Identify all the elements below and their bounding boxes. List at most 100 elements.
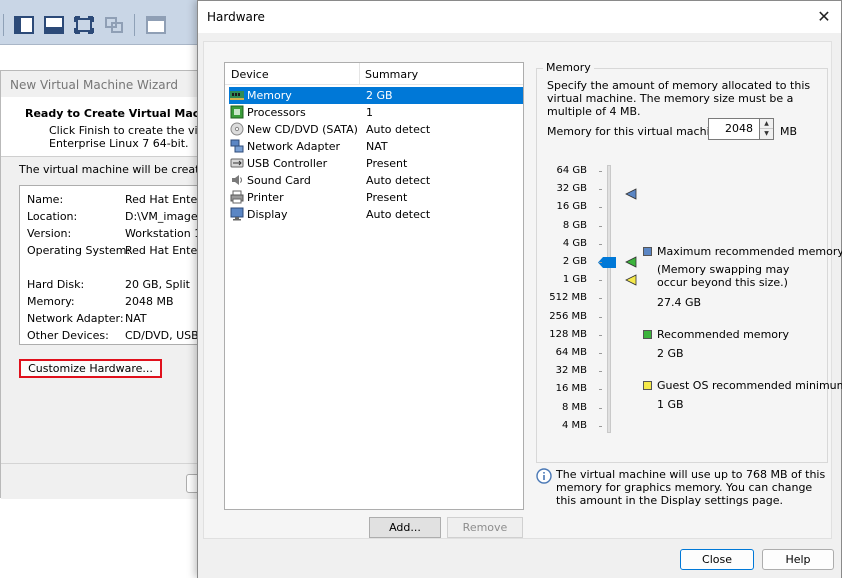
slider-tick-label: 512 MB	[549, 292, 587, 304]
device-summary: Auto detect	[366, 174, 431, 187]
slider-track[interactable]	[607, 165, 611, 433]
column-divider[interactable]	[359, 63, 360, 85]
network-adapter-icon	[230, 139, 244, 153]
summary-key: Network Adapter:	[27, 312, 124, 325]
spin-down-icon[interactable]: ▼	[760, 129, 773, 139]
device-row-sound-card[interactable]: Sound Card Auto detect	[229, 172, 523, 189]
column-header-summary[interactable]: Summary	[365, 68, 418, 81]
recommended-value: 2 GB	[657, 347, 684, 360]
toolbar-separator	[3, 14, 4, 36]
slider-tick-mark	[599, 407, 602, 409]
summary-key: Operating System:	[27, 244, 131, 257]
slider-tick-label: 64 MB	[555, 347, 587, 358]
memory-description: Specify the amount of memory allocated t…	[547, 79, 811, 118]
slider-tick-mark	[599, 207, 602, 209]
close-button[interactable]: Close	[680, 549, 754, 570]
info-text: The virtual machine will use up to 768 M…	[556, 468, 826, 507]
slider-tick-label: 32 MB	[555, 365, 587, 377]
device-summary: 1	[366, 106, 373, 119]
slider-tick-mark	[599, 371, 602, 373]
unity-icon	[105, 17, 123, 33]
slider-tick-mark	[599, 298, 602, 300]
full-screen-icon[interactable]	[74, 16, 94, 34]
device-list-header: Device Summary	[225, 63, 523, 85]
close-icon[interactable]: ✕	[813, 7, 835, 27]
memory-spinner[interactable]: ▲ ▼	[760, 118, 774, 140]
slider-tick-label: 8 MB	[561, 401, 587, 413]
slider-tick-mark	[599, 334, 602, 336]
slider-tick-label: 256 MB	[549, 310, 587, 322]
new-vm-wizard-window: New Virtual Machine Wizard Ready to Crea…	[0, 70, 439, 499]
legend-label: Maximum recommended memory	[657, 245, 842, 258]
slider-tick-mark	[599, 225, 602, 227]
summary-key: Other Devices:	[27, 329, 109, 342]
slider-tick-label: 4 MB	[561, 419, 587, 431]
help-button[interactable]: Help	[762, 549, 834, 570]
max-recommended-swatch-icon	[643, 247, 652, 256]
customize-hardware-button[interactable]: Customize Hardware...	[19, 359, 162, 378]
summary-key: Version:	[27, 227, 72, 240]
slider-tick-label: 128 MB	[549, 328, 587, 340]
thumbnail-view-icon[interactable]	[44, 16, 64, 34]
cd-dvd-icon	[230, 122, 244, 136]
console-view-icon[interactable]	[14, 16, 34, 34]
device-row-display[interactable]: Display Auto detect	[229, 206, 523, 223]
wizard-title: New Virtual Machine Wizard	[10, 78, 178, 92]
recommended-swatch-icon	[643, 330, 652, 339]
device-row-cd-dvd[interactable]: New CD/DVD (SATA) Auto detect	[229, 121, 523, 138]
memory-input-label: Memory for this virtual machine:	[547, 125, 728, 138]
dialog-footer: Close Help	[198, 539, 841, 578]
slider-tick-label: 8 GB	[562, 219, 587, 231]
memory-size-input[interactable]: 2048	[708, 118, 760, 140]
guest-minimum-swatch-icon	[643, 381, 652, 390]
summary-key: Location:	[27, 210, 78, 223]
device-summary: Present	[366, 191, 408, 204]
summary-value: 2048 MB	[125, 295, 174, 308]
memory-group: Memory Specify the amount of memory allo…	[536, 61, 842, 463]
device-summary: NAT	[366, 140, 388, 153]
device-summary: 2 GB	[366, 89, 393, 102]
memory-group-label: Memory	[543, 61, 594, 74]
slider-tick-mark	[599, 262, 602, 263]
summary-key: Memory:	[27, 295, 75, 308]
hardware-panel: Device Summary Memory 2 GB Processors 1 …	[203, 41, 842, 539]
guest-minimum-value: 1 GB	[657, 398, 684, 411]
device-list[interactable]: Device Summary Memory 2 GB Processors 1 …	[224, 62, 524, 510]
slider-tick-mark	[599, 425, 602, 427]
slider-tick-mark	[599, 280, 602, 282]
add-hardware-button[interactable]: Add...	[369, 517, 441, 538]
device-row-memory[interactable]: Memory 2 GB	[229, 87, 523, 104]
slider-tick-mark	[599, 171, 602, 172]
usb-icon	[230, 158, 244, 168]
slider-tick-mark	[599, 389, 602, 391]
device-summary: Auto detect	[366, 123, 431, 136]
info-icon	[536, 468, 552, 484]
slider-tick-label: 1 GB	[562, 274, 587, 286]
dialog-title: Hardware	[207, 10, 265, 24]
device-row-usb-controller[interactable]: USB Controller Present	[229, 155, 523, 172]
device-row-processors[interactable]: Processors 1	[229, 104, 523, 121]
device-summary: Present	[366, 157, 408, 170]
summary-key: Hard Disk:	[27, 278, 85, 291]
settings-summary: Name:Red Hat Enterprise Linux 7 64-bit L…	[19, 185, 219, 345]
device-row-printer[interactable]: Printer Present	[229, 189, 523, 206]
slider-tick-mark	[599, 243, 602, 245]
slider-tick-label: 16 GB	[556, 201, 587, 213]
slider-tick-label: 2 GB	[562, 256, 587, 267]
column-header-device[interactable]: Device	[231, 68, 269, 81]
dialog-content: Device Summary Memory 2 GB Processors 1 …	[198, 33, 842, 578]
max-recommended-marker-icon	[625, 188, 637, 200]
device-row-network-adapter[interactable]: Network Adapter NAT	[229, 138, 523, 155]
summary-value: D:\VM_image\	[125, 210, 202, 223]
summary-key: Name:	[27, 193, 64, 206]
max-recommended-value: 27.4 GB	[657, 296, 702, 309]
legend-label: Guest OS recommended minimum	[657, 379, 842, 392]
memory-icon	[230, 91, 244, 100]
slider-tick-mark	[599, 189, 602, 191]
slider-tick-mark	[599, 353, 602, 354]
library-icon[interactable]	[146, 16, 166, 34]
toolbar-separator	[134, 14, 135, 36]
max-recommended-note: (Memory swapping may occur beyond this s…	[657, 263, 790, 289]
printer-icon	[230, 190, 244, 204]
spin-up-icon[interactable]: ▲	[760, 119, 773, 129]
